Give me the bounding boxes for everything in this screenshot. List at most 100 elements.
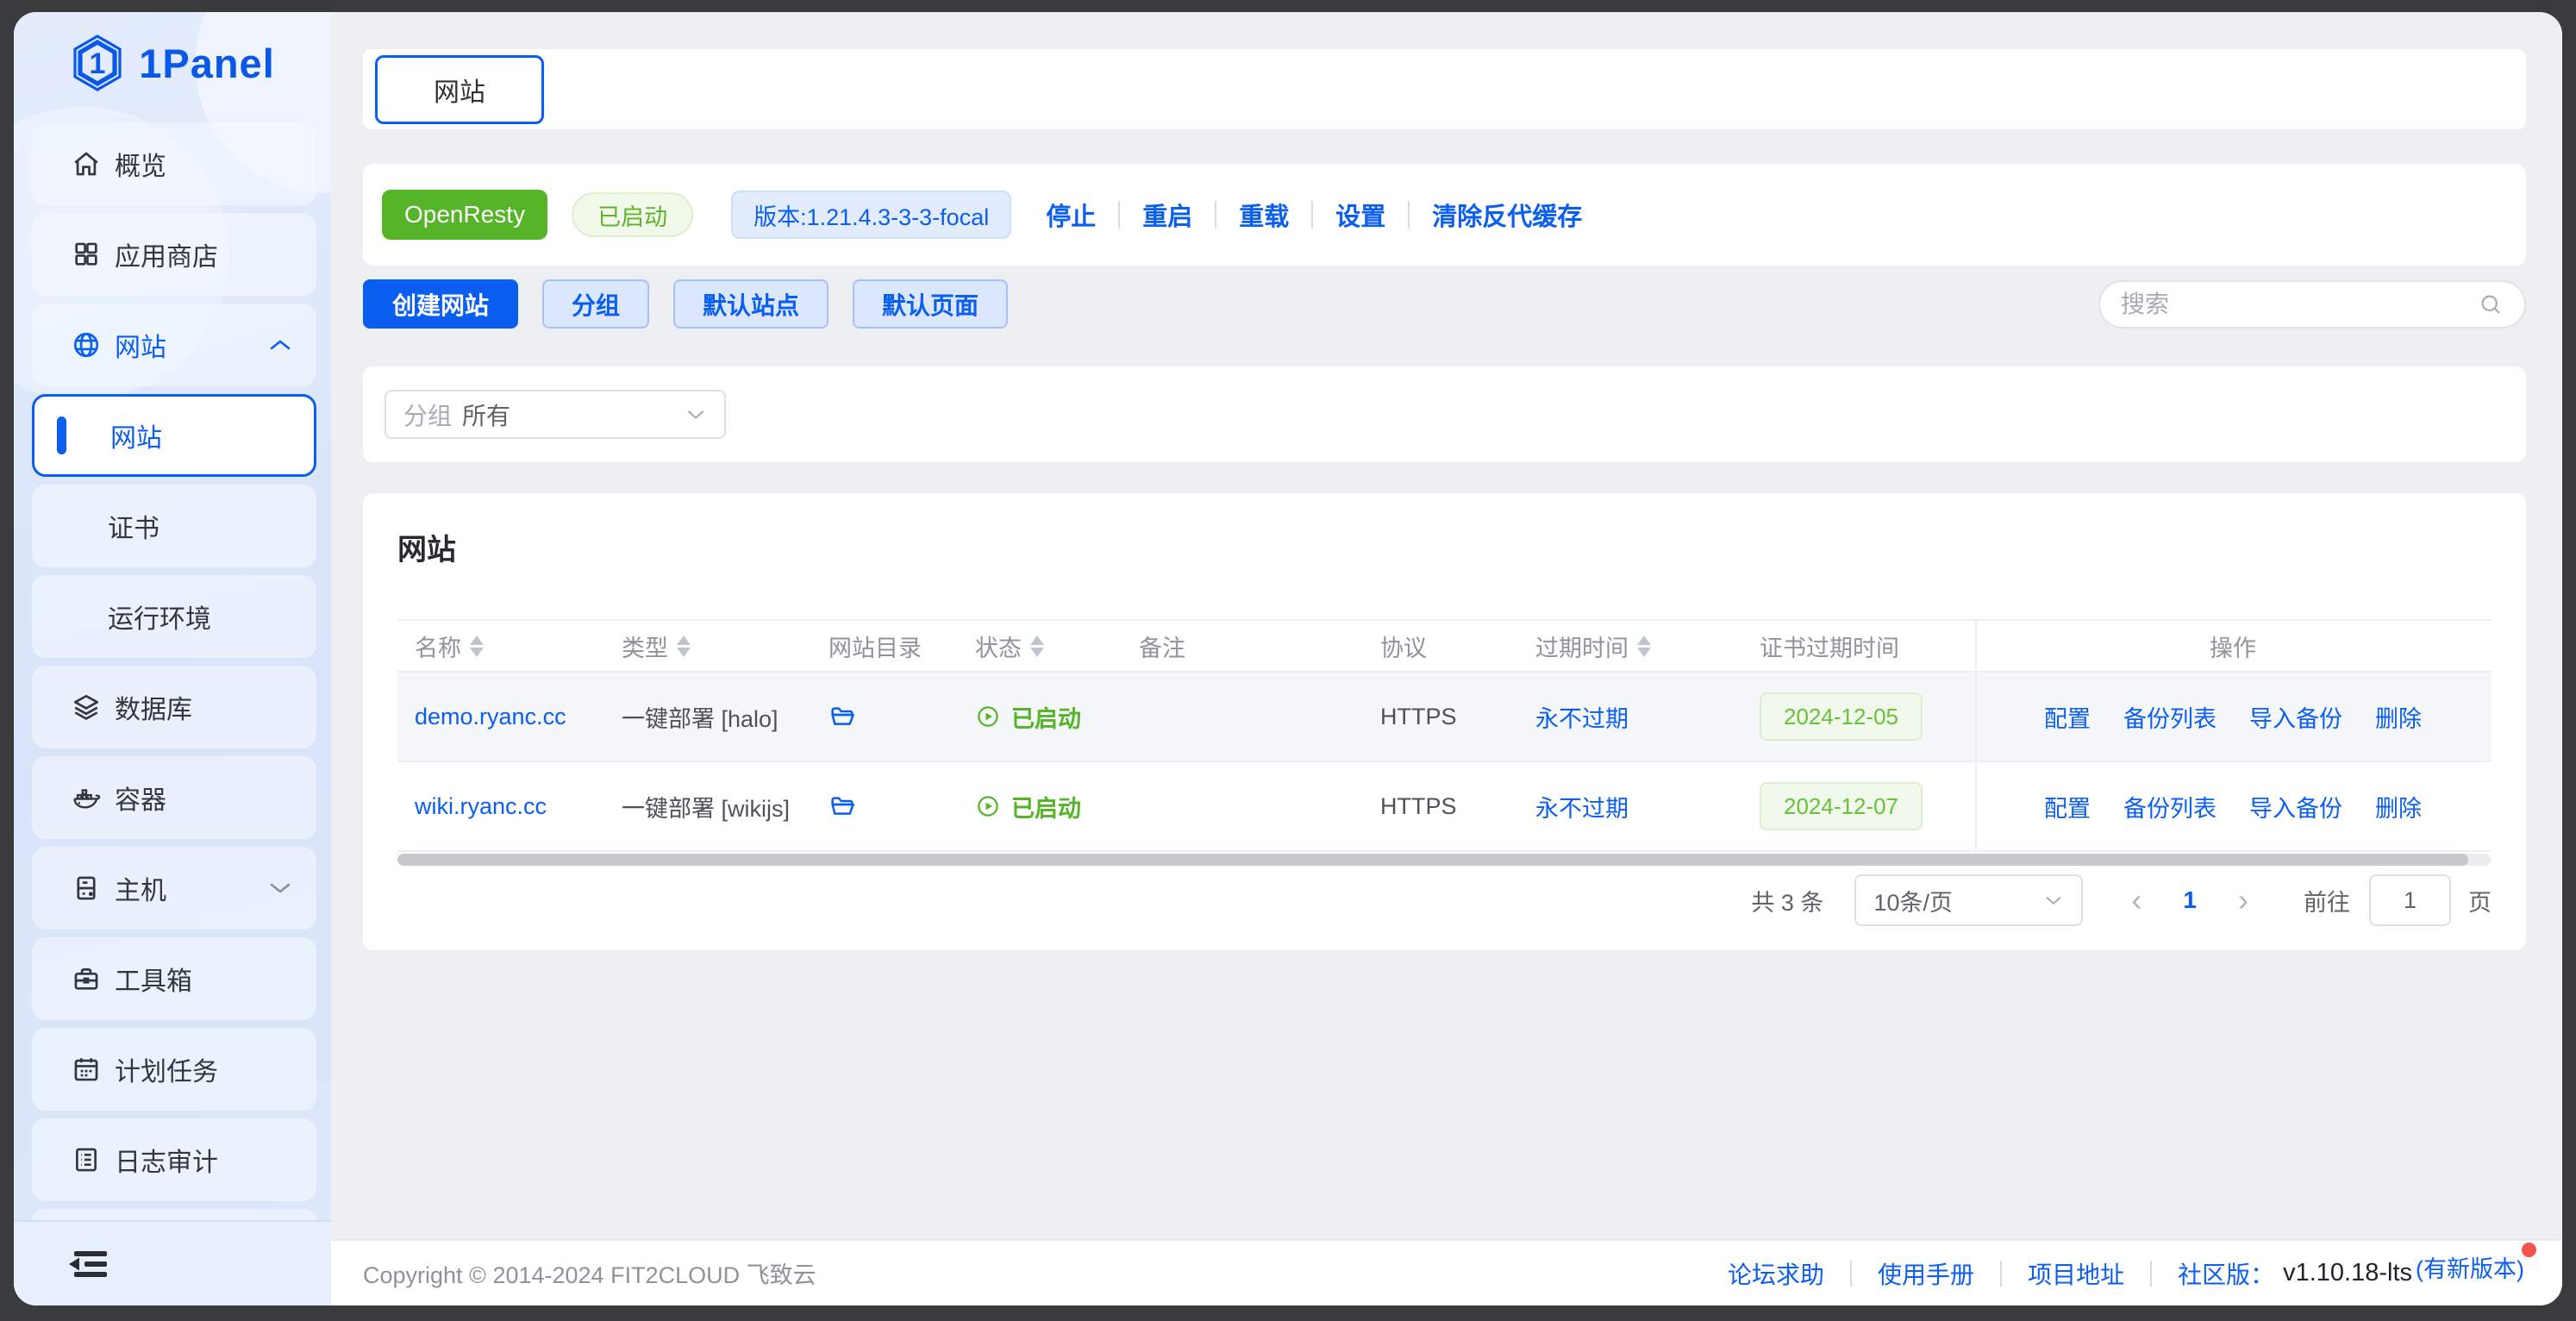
search-input[interactable] [2121,291,2478,318]
divider [1311,201,1313,229]
new-version-dot [2522,1243,2536,1257]
sidebar-item-toolbox[interactable]: 工具箱 [32,937,316,1020]
sidebar-footer [14,1220,331,1305]
sort-icon[interactable] [1637,635,1651,657]
website-table: 名称 类型 网站目录 状态 [397,619,2492,852]
new-version-link[interactable]: (有新版本) [2416,1250,2524,1284]
calendar-icon [72,1055,101,1084]
openresty-button[interactable]: OpenResty [382,190,547,240]
import-backup-link[interactable]: 导入备份 [2249,790,2342,823]
expire-time: 永不过期 [1535,700,1629,734]
page-unit: 页 [2468,884,2492,917]
sidebar-item-label: 工具箱 [115,960,292,998]
sidebar-item-label: 日志审计 [115,1141,292,1179]
sort-icon[interactable] [677,635,691,657]
panel-version: v1.10.18-lts [2283,1259,2412,1287]
sidebar-item-log-audit[interactable]: 日志审计 [32,1118,316,1201]
prev-page-button[interactable]: ‹ [2131,882,2141,918]
edition-label: 社区版： [2178,1256,2274,1291]
sidebar-item-overview[interactable]: 概览 [32,122,316,205]
row-operations: 配置 备份列表 导入备份 删除 [1975,700,2491,734]
reload-link[interactable]: 重载 [1239,197,1289,233]
search-box [2098,280,2526,329]
divider [2150,1261,2152,1287]
backup-list-link[interactable]: 备份列表 [2123,700,2216,734]
footer-links: 论坛求助 使用手册 项目地址 社区版： v1.10.18-lts (有新版本) [1728,1256,2524,1291]
column-header-protocol: 协议 [1363,629,1518,663]
filter-bar: 分组 所有 [363,366,2526,462]
sidebar-item-app-store[interactable]: 应用商店 [32,213,316,296]
sidebar-menu: 概览 应用商店 网站 [14,114,331,1220]
sidebar-item-database[interactable]: 数据库 [32,666,316,748]
app-status-text: 已启动 [597,198,667,232]
page-size-value: 10条/页 [1873,884,2043,917]
forum-help-link[interactable]: 论坛求助 [1728,1256,1824,1291]
chevron-down-icon [268,880,292,896]
column-header-status[interactable]: 状态 [958,629,1122,663]
pagination: 共 3 条 10条/页 ‹ 1 › 前往 页 [397,874,2492,926]
sidebar-item-label: 应用商店 [115,235,292,273]
sidebar-item-container[interactable]: 容器 [32,756,316,839]
group-filter-select[interactable]: 分组 所有 [385,390,726,439]
divider [1118,201,1120,229]
sort-icon[interactable] [470,635,484,657]
sidebar-item-host[interactable]: 主机 [32,847,316,930]
backup-list-link[interactable]: 备份列表 [2123,790,2216,823]
clear-proxy-cache-link[interactable]: 清除反代缓存 [1432,197,1582,233]
column-header-expire[interactable]: 过期时间 [1518,629,1742,663]
column-header-type[interactable]: 类型 [604,629,811,663]
horizontal-scrollbar[interactable] [397,854,2491,866]
scrollbar-thumb[interactable] [397,854,2468,866]
site-type: 一键部署 [wikijs] [622,790,790,823]
sidebar-item-cron[interactable]: 计划任务 [32,1028,316,1111]
delete-link[interactable]: 删除 [2375,700,2422,734]
next-page-button[interactable]: › [2238,882,2248,918]
configure-link[interactable]: 配置 [2044,700,2091,734]
stop-link[interactable]: 停止 [1046,197,1096,233]
import-backup-link[interactable]: 导入备份 [2249,700,2342,734]
site-name-link[interactable]: wiki.ryanc.cc [415,793,547,820]
default-site-button[interactable]: 默认站点 [673,279,828,329]
svg-text:1: 1 [90,47,106,80]
expire-time: 永不过期 [1535,790,1629,823]
sidebar-item-label: 数据库 [115,688,292,726]
goto-page-input[interactable] [2369,874,2451,926]
footer: Copyright © 2014-2024 FIT2CLOUD 飞致云 论坛求助… [331,1239,2562,1305]
app-status-badge: 已启动 [572,192,693,237]
group-button[interactable]: 分组 [542,279,649,329]
sidebar-subitem-certificate[interactable]: 证书 [32,485,316,567]
divider [1215,201,1216,229]
create-website-button[interactable]: 创建网站 [363,279,518,329]
page-size-select[interactable]: 10条/页 [1854,874,2083,926]
sidebar-item-label: 计划任务 [115,1050,292,1088]
delete-link[interactable]: 删除 [2375,790,2422,823]
sidebar-item-label: 容器 [115,779,292,817]
search-icon[interactable] [2478,291,2504,317]
default-page-button[interactable]: 默认页面 [853,279,1008,329]
column-header-name[interactable]: 名称 [397,629,604,663]
sidebar-subitem-website[interactable]: 网站 [32,394,316,477]
goto-label: 前往 [2304,884,2350,917]
user-manual-link[interactable]: 使用手册 [1878,1256,1974,1291]
copyright-text: Copyright © 2014-2024 FIT2CLOUD 飞致云 [363,1256,816,1290]
tab-website[interactable]: 网站 [375,55,544,124]
collapse-sidebar-icon[interactable] [67,1249,107,1280]
sidebar-subitem-runtime[interactable]: 运行环境 [32,575,316,658]
folder-icon[interactable] [828,792,856,820]
folder-icon[interactable] [828,703,856,730]
site-name-link[interactable]: demo.ryanc.cc [415,704,566,730]
project-site-link[interactable]: 项目地址 [2028,1256,2124,1291]
app-version-badge: 版本:1.21.4.3-3-3-focal [731,191,1011,239]
content-area: 网站 OpenResty 已启动 版本:1.21.4.3-3-3-focal 停… [331,12,2562,1239]
app-store-icon [72,240,101,269]
sort-icon[interactable] [1030,635,1044,657]
configure-link[interactable]: 配置 [2044,790,2091,823]
chevron-up-icon [268,337,292,353]
sidebar-item-website[interactable]: 网站 [32,304,316,386]
restart-link[interactable]: 重启 [1142,197,1192,233]
app-name: OpenResty [404,201,525,229]
app-actions: 停止 重启 重载 设置 清除反代缓存 [1046,197,1582,233]
current-page[interactable]: 1 [2183,886,2197,914]
settings-link[interactable]: 设置 [1335,197,1385,233]
sidebar-item-label: 运行环境 [108,598,292,635]
